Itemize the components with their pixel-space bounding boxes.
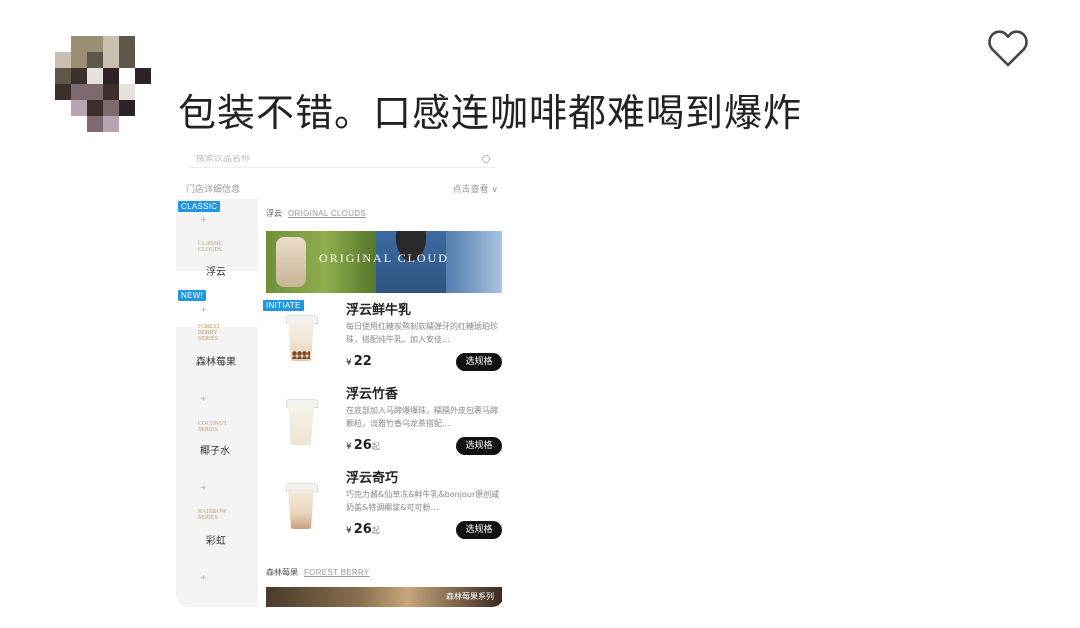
badge-initiate: INITIATE	[263, 300, 304, 311]
sidebar-en-coconut: COCONUT SERIES	[198, 421, 227, 433]
section-cn: 森林莓果	[266, 568, 298, 577]
product-list: 浮云 ORIGINAL CLOUDS ORIGINAL CLOUD INITIAT…	[263, 199, 504, 607]
search-icon	[482, 155, 490, 163]
sidebar-item-coconut: 椰子水	[200, 446, 230, 457]
sidebar-en-classic: CLASSIC CLOUDS	[198, 241, 223, 253]
store-info-label: 门店详细信息	[186, 185, 241, 195]
search-bar: 搜索饮品名称	[188, 155, 496, 168]
sidebar-separator: +	[200, 394, 207, 403]
product-cup-image	[280, 393, 322, 453]
sidebar-en-forest: FOREST BERRY SERIES	[198, 324, 221, 342]
select-spec-button[interactable]: 选规格	[456, 437, 502, 455]
sidebar-separator: +	[200, 483, 207, 492]
sidebar-separator: +	[200, 305, 207, 314]
comment-text: 包装不错。口感连咖啡都难喝到爆炸	[178, 91, 803, 135]
search-placeholder: 搜索饮品名称	[196, 155, 251, 164]
product-price: ¥26起	[346, 438, 380, 453]
product-price: ¥26起	[346, 522, 380, 537]
product-card[interactable]: 浮云竹香 在底部加入马蹄爆爆珠，糯糯外皮包裹马蹄颗粒，淡雅竹香乌龙茶搭配… ¥2…	[266, 383, 504, 463]
section-cn: 浮云	[266, 209, 282, 218]
banner-title: 森林莓果系列	[446, 592, 494, 601]
sidebar-item-forest-berry: 森林莓果	[196, 357, 236, 368]
select-spec-button[interactable]: 选规格	[456, 353, 502, 371]
product-description: 在底部加入马蹄爆爆珠，糯糯外皮包裹马蹄颗粒，淡雅竹香乌龙茶搭配…	[346, 406, 498, 428]
section-en: FOREST BERRY	[304, 568, 370, 577]
heart-outline-icon[interactable]	[984, 24, 1032, 72]
product-description: 巧克力酱&仙草冻&鲜牛乳&bonjour原创咸奶盖&特调椰浆&可可粉…	[346, 490, 500, 512]
section-header-fuyun: 浮云 ORIGINAL CLOUDS	[266, 208, 366, 219]
banner-original-cloud: ORIGINAL CLOUD	[266, 231, 502, 293]
sidebar-item-rainbow: 彩虹	[206, 536, 226, 547]
product-description: 每日使用红糖炭熬制软糯弹牙的红糖琥珀珍珠，搭配纯牛乳。加入安佳…	[346, 322, 498, 344]
badge-new: NEW!	[178, 290, 207, 301]
sidebar-en-rainbow: RAINBOW SERIES	[198, 509, 227, 521]
section-en: ORIGINAL CLOUDS	[288, 209, 366, 218]
product-price: ¥22	[346, 354, 372, 369]
product-cup-image	[280, 309, 322, 369]
sidebar-separator: +	[200, 573, 207, 582]
avatar[interactable]	[55, 36, 151, 132]
sidebar-item-fuyun: 浮云	[206, 267, 226, 278]
product-name: 浮云鲜牛乳	[346, 303, 412, 318]
attached-screenshot[interactable]: 搜索饮品名称 门店详细信息 点击查看 ∨ CLASSIC + CLASSIC C…	[176, 155, 504, 607]
product-cup-image	[280, 477, 322, 537]
product-card[interactable]: 浮云奇巧 巧克力酱&仙草冻&鲜牛乳&bonjour原创咸奶盖&特调椰浆&可可粉……	[266, 467, 504, 547]
sidebar-separator: +	[200, 215, 207, 224]
select-spec-button[interactable]: 选规格	[456, 521, 502, 539]
view-more-link: 点击查看 ∨	[452, 185, 498, 195]
badge-classic: CLASSIC	[178, 201, 221, 212]
category-sidebar: CLASSIC + CLASSIC CLOUDS 浮云 NEW! + FORES…	[176, 199, 258, 607]
product-name: 浮云竹香	[346, 387, 399, 402]
product-name: 浮云奇巧	[346, 471, 399, 486]
banner-title: ORIGINAL CLOUD	[319, 251, 449, 265]
section-header-forest-berry: 森林莓果 FOREST BERRY	[266, 567, 370, 578]
banner-forest-berry: 森林莓果系列	[266, 587, 502, 607]
product-card[interactable]: 浮云鲜牛乳 每日使用红糖炭熬制软糯弹牙的红糖琥珀珍珠，搭配纯牛乳。加入安佳… ¥…	[266, 299, 504, 379]
